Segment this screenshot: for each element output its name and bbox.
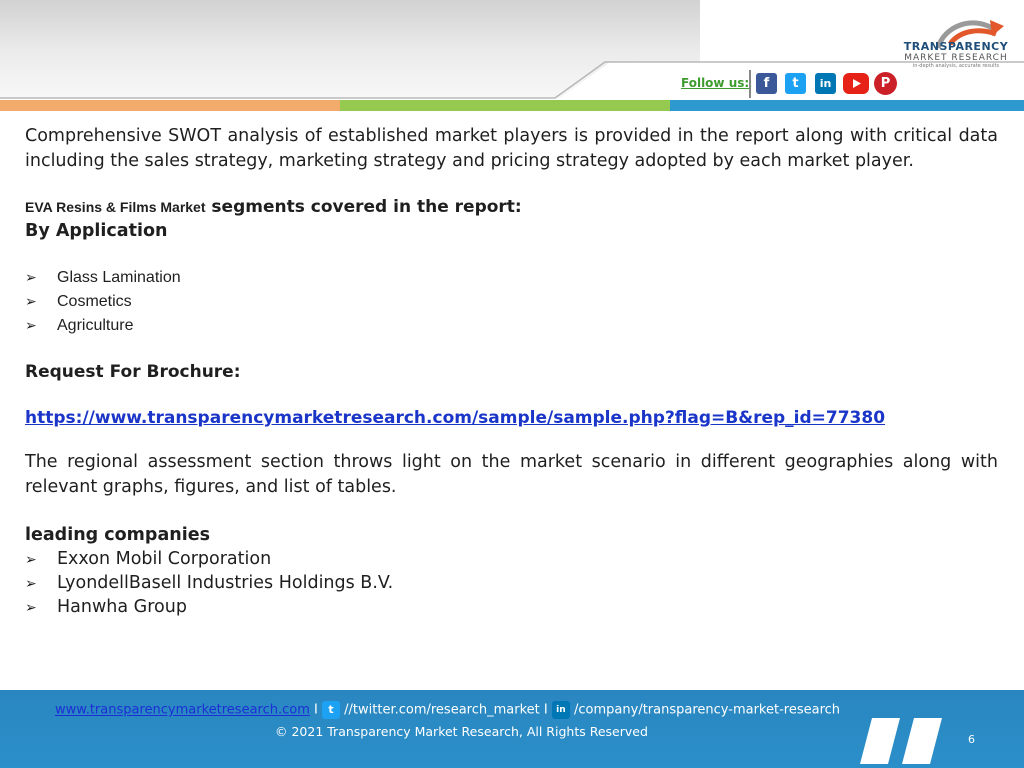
list-item: ➢ Agriculture <box>25 313 998 337</box>
arrow-bullet-icon: ➢ <box>25 269 37 285</box>
logo-tagline: in-depth analysis, accurate results <box>912 63 1000 69</box>
by-application-heading: By Application <box>25 221 168 241</box>
arrow-bullet-icon: ➢ <box>25 576 37 592</box>
intro-paragraph: Comprehensive SWOT analysis of establish… <box>25 126 998 171</box>
logo-line2: MARKET RESEARCH <box>904 53 1008 63</box>
footer-slashes-decoration <box>860 718 942 764</box>
follow-us-label[interactable]: Follow us: <box>681 76 749 90</box>
footer-separator: I <box>314 702 318 718</box>
footer: www.transparencymarketresearch.com I t /… <box>0 690 1024 768</box>
linkedin-icon[interactable]: in <box>815 73 836 94</box>
arrow-bullet-icon: ➢ <box>25 600 37 616</box>
color-bar-green <box>340 100 670 111</box>
page-number: 6 <box>968 733 975 746</box>
company-label: Hanwha Group <box>57 597 187 617</box>
list-item: ➢ LyondellBasell Industries Holdings B.V. <box>25 571 998 595</box>
list-item: ➢ Glass Lamination <box>25 265 998 289</box>
company-logo: TRANSPARENCY MARKET RESEARCH in-depth an… <box>900 40 1012 69</box>
segments-heading: EVA Resins & Films Market segments cover… <box>25 197 998 219</box>
application-label: Glass Lamination <box>57 269 181 286</box>
header-divider-shape <box>0 61 1024 100</box>
request-brochure-heading: Request For Brochure: <box>25 362 241 382</box>
color-bar-blue <box>670 100 1024 111</box>
pinterest-icon[interactable]: P <box>874 72 897 95</box>
application-list: ➢ Glass Lamination ➢ Cosmetics ➢ Agricultur… <box>25 265 998 337</box>
footer-separator: I <box>543 702 548 718</box>
brochure-link[interactable]: https://www.transparencymarketresearch.c… <box>25 405 998 431</box>
header-color-bar <box>0 100 1024 111</box>
list-item: ➢ Exxon Mobil Corporation <box>25 547 998 571</box>
segments-covered-text: segments covered in the report: <box>205 197 522 217</box>
arrow-bullet-icon: ➢ <box>25 293 37 309</box>
footer-twitter-text[interactable]: //twitter.com/research_market <box>344 703 540 718</box>
list-item: ➢ Cosmetics <box>25 289 998 313</box>
regional-paragraph: The regional assessment section throws l… <box>25 452 998 497</box>
arrow-bullet-icon: ➢ <box>25 552 37 568</box>
leading-companies-heading: leading companies <box>25 525 210 545</box>
header-separator <box>749 70 751 98</box>
color-bar-orange <box>0 100 340 111</box>
application-label: Cosmetics <box>57 293 132 310</box>
logo-line1: TRANSPARENCY <box>903 40 1009 53</box>
application-label: Agriculture <box>57 317 134 334</box>
footer-links: www.transparencymarketresearch.com I t /… <box>55 701 840 719</box>
twitter-icon[interactable]: t <box>785 73 806 94</box>
main-content: Comprehensive SWOT analysis of establish… <box>25 124 998 619</box>
linkedin-icon[interactable]: in <box>551 701 570 719</box>
company-label: Exxon Mobil Corporation <box>57 549 272 569</box>
youtube-icon[interactable] <box>843 73 869 94</box>
footer-copyright: © 2021 Transparency Market Research, All… <box>275 724 648 739</box>
list-item: ➢ Hanwha Group <box>25 595 998 619</box>
footer-website-link[interactable]: www.transparencymarketresearch.com <box>55 703 310 718</box>
segments-market-name: EVA Resins & Films Market <box>25 199 206 215</box>
facebook-icon[interactable]: f <box>756 73 777 94</box>
arrow-bullet-icon: ➢ <box>25 317 37 333</box>
company-label: LyondellBasell Industries Holdings B.V. <box>57 573 394 593</box>
company-list: ➢ Exxon Mobil Corporation ➢ LyondellBasell… <box>25 547 998 619</box>
footer-linkedin-text[interactable]: /company/transparency-market-research <box>574 703 840 718</box>
twitter-icon[interactable]: t <box>322 701 341 719</box>
